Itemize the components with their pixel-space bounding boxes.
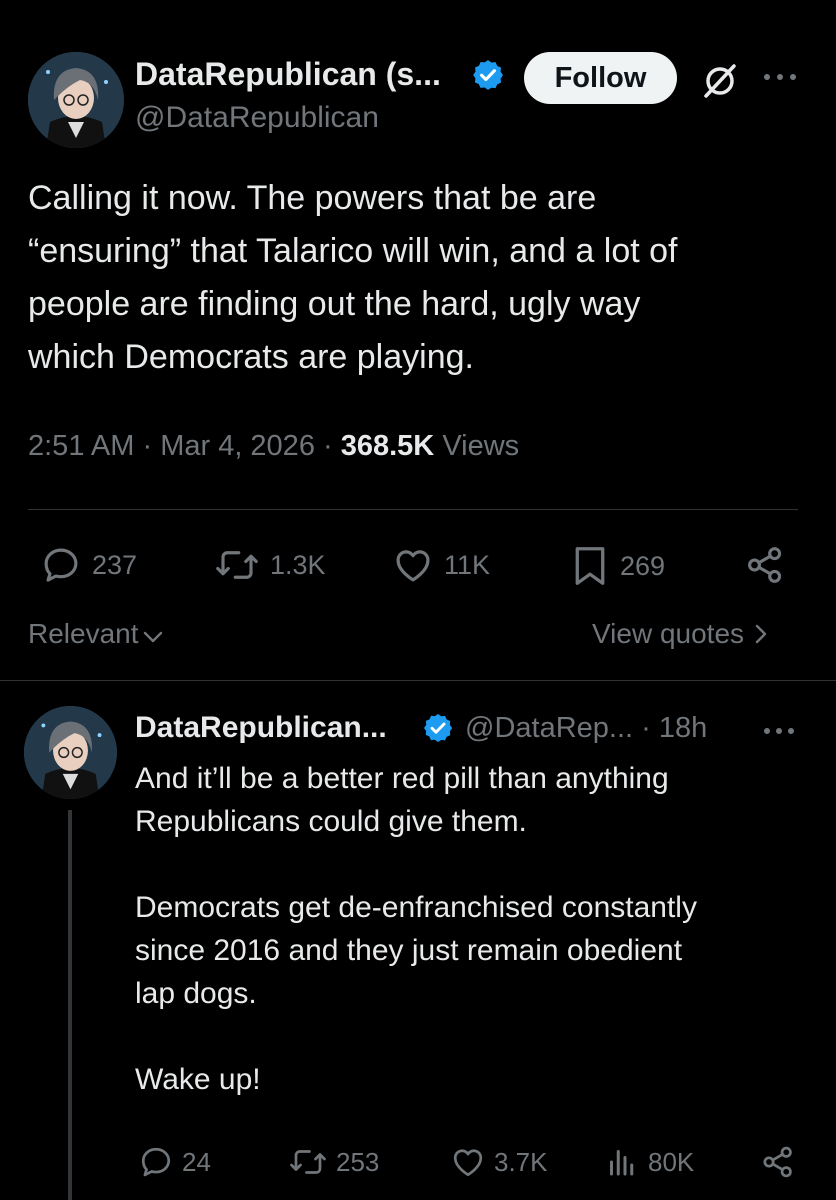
reply-icon bbox=[44, 548, 78, 582]
tweet-text-line: people are finding out the hard, ugly wa… bbox=[28, 285, 641, 323]
reply-handle[interactable]: @DataRep... bbox=[465, 712, 633, 744]
chevron-down-icon bbox=[143, 631, 162, 643]
chevron-right-icon bbox=[755, 624, 767, 644]
sort-label: Relevant bbox=[28, 618, 139, 649]
stats-divider bbox=[28, 509, 798, 510]
tweet-meta: 2:51 AM · Mar 4, 2026 · 368.5K Views bbox=[28, 430, 519, 463]
reply-text-line: And it’ll be a better red pill than anyt… bbox=[135, 762, 669, 795]
verified-badge-icon bbox=[471, 58, 505, 97]
section-divider bbox=[0, 680, 836, 681]
reply-avatar[interactable] bbox=[24, 706, 117, 799]
bookmark-count: 269 bbox=[620, 550, 666, 581]
reply-like-count: 3.7K bbox=[494, 1146, 548, 1177]
share-icon[interactable] bbox=[744, 544, 786, 591]
reply-repost-count: 253 bbox=[336, 1146, 380, 1177]
reply-text-line: Wake up! bbox=[135, 1063, 261, 1096]
tweet-text-line: “ensuring” that Talarico will win, and a… bbox=[28, 232, 678, 270]
follow-button[interactable]: Follow bbox=[524, 52, 677, 104]
like-count: 11K bbox=[444, 549, 491, 580]
reply-repost-action[interactable]: 253 bbox=[288, 1144, 379, 1180]
tweet-text-line: Calling it now. The powers that be are bbox=[28, 179, 597, 217]
avatar-image bbox=[28, 52, 124, 148]
tweet-time[interactable]: 2:51 AM bbox=[28, 430, 134, 462]
repost-icon bbox=[290, 1150, 326, 1174]
like-icon bbox=[453, 1149, 483, 1177]
reply-author-name[interactable]: DataRepublican... bbox=[135, 711, 387, 745]
reply-action[interactable]: 237 bbox=[40, 544, 137, 586]
view-quotes-link[interactable]: View quotes bbox=[592, 618, 770, 650]
verified-badge-icon bbox=[422, 712, 454, 749]
avatar-image bbox=[24, 706, 117, 799]
reply-share-icon[interactable] bbox=[760, 1144, 796, 1185]
reply-more-options-icon[interactable] bbox=[762, 724, 796, 742]
repost-count: 1.3K bbox=[270, 549, 326, 580]
reply-text-line: since 2016 and they just remain obedient bbox=[135, 934, 683, 967]
view-quotes-label: View quotes bbox=[592, 618, 745, 649]
reply-text-line bbox=[135, 1015, 815, 1058]
reply-text-line bbox=[135, 843, 815, 886]
reply-text: And it’ll be a better red pill than anyt… bbox=[135, 757, 815, 1101]
tweet-date[interactable]: Mar 4, 2026 bbox=[160, 430, 315, 462]
reply-reply-count: 24 bbox=[182, 1146, 211, 1177]
repost-action[interactable]: 1.3K bbox=[214, 544, 326, 586]
reply-text-line: Republicans could give them. bbox=[135, 805, 527, 838]
more-options-icon[interactable] bbox=[762, 70, 798, 88]
reply-views-count: 80K bbox=[648, 1146, 695, 1177]
reply-text-line: lap dogs. bbox=[135, 977, 257, 1010]
reply-handle-line: @DataRep... · 18h bbox=[465, 712, 707, 745]
views-count: 368.5K bbox=[340, 430, 435, 462]
grok-icon[interactable] bbox=[700, 60, 740, 105]
repost-icon bbox=[216, 551, 258, 579]
reply-count: 237 bbox=[92, 549, 138, 580]
views-chart-icon bbox=[610, 1150, 634, 1176]
sort-dropdown[interactable]: Relevant bbox=[28, 618, 164, 650]
author-name[interactable]: DataRepublican (s... bbox=[135, 56, 441, 93]
like-action[interactable]: 11K bbox=[392, 544, 490, 586]
meta-separator: · bbox=[323, 430, 341, 462]
bookmark-icon bbox=[575, 547, 605, 585]
like-icon bbox=[396, 550, 430, 582]
reply-views-action[interactable]: 80K bbox=[604, 1144, 694, 1180]
meta-separator: · bbox=[142, 430, 161, 462]
meta-separator: · bbox=[641, 712, 659, 744]
thread-line bbox=[68, 810, 72, 1200]
tweet-text-line: which Democrats are playing. bbox=[28, 338, 474, 376]
bookmark-action[interactable]: 269 bbox=[570, 544, 665, 588]
reply-reply-action[interactable]: 24 bbox=[138, 1144, 211, 1180]
views-label: Views bbox=[442, 430, 520, 462]
reply-age[interactable]: 18h bbox=[659, 712, 707, 744]
author-avatar[interactable] bbox=[28, 52, 124, 148]
reply-icon bbox=[141, 1147, 171, 1177]
reply-like-action[interactable]: 3.7K bbox=[450, 1144, 548, 1180]
author-handle[interactable]: @DataRepublican bbox=[135, 101, 379, 135]
tweet-text: Calling it now. The powers that be are “… bbox=[28, 172, 818, 384]
reply-text-line: Democrats get de-enfranchised constantly bbox=[135, 891, 697, 924]
